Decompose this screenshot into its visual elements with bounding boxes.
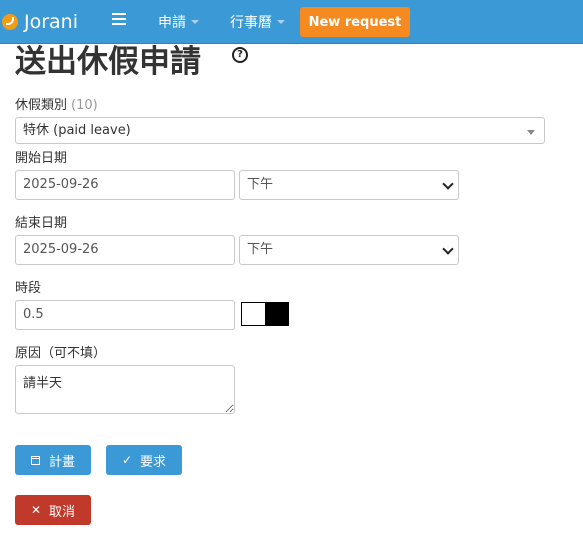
request-button[interactable]: ✓ 要求	[106, 445, 182, 475]
chevron-down-icon	[277, 19, 285, 24]
hamburger-menu-icon[interactable]	[112, 13, 126, 25]
end-date-label: 結束日期	[15, 216, 68, 231]
leave-type-color-swatch	[241, 302, 289, 326]
calendar-icon	[30, 455, 40, 465]
swatch-white	[242, 303, 265, 325]
brand[interactable]: Jorani	[0, 0, 78, 43]
plan-button[interactable]: 計畫	[15, 445, 91, 475]
duration-label: 時段	[15, 281, 42, 296]
close-icon: ✕	[30, 503, 42, 517]
chevron-down-icon	[442, 243, 454, 255]
swatch-black	[265, 303, 288, 325]
new-request-button[interactable]: New request	[300, 7, 410, 37]
menu-calendar[interactable]: 行事曆	[230, 0, 285, 43]
plan-button-label: 計畫	[48, 454, 75, 470]
menu-calendar-label: 行事曆	[230, 14, 272, 31]
menu-requests[interactable]: 申請	[158, 0, 199, 43]
end-period-select[interactable]: 下午	[239, 235, 459, 265]
menu-requests-label: 申請	[158, 14, 186, 31]
leave-type-count: (10)	[71, 98, 98, 113]
cancel-button[interactable]: ✕ 取消	[15, 495, 91, 525]
reason-label: 原因（可不填）	[15, 346, 107, 361]
check-icon: ✓	[121, 453, 133, 467]
brand-name: Jorani	[24, 10, 79, 33]
help-icon[interactable]: ?	[232, 47, 248, 63]
leave-type-label: 休假類別 (10)	[15, 94, 98, 113]
start-period-value: 下午	[247, 177, 274, 192]
chevron-down-icon	[442, 178, 454, 190]
reason-textarea[interactable]: 請半天	[15, 365, 235, 414]
end-period-value: 下午	[247, 242, 274, 257]
leave-type-select[interactable]: 特休 (paid leave)	[15, 117, 545, 144]
top-navbar: Jorani 申請 行事曆 New request	[0, 0, 583, 44]
start-date-input[interactable]: 2025-09-26	[15, 170, 235, 200]
leave-type-value: 特休 (paid leave)	[23, 123, 131, 138]
start-period-select[interactable]: 下午	[239, 170, 459, 200]
jorani-logo-icon	[2, 13, 18, 30]
end-date-input[interactable]: 2025-09-26	[15, 235, 235, 265]
duration-input[interactable]: 0.5	[15, 300, 235, 330]
dropdown-arrow-icon	[527, 130, 535, 135]
cancel-button-label: 取消	[49, 504, 76, 520]
request-button-label: 要求	[140, 454, 167, 470]
page-title: 送出休假申請	[15, 44, 201, 80]
leave-type-label-text: 休假類別	[15, 98, 68, 113]
chevron-down-icon	[191, 19, 199, 24]
start-date-label: 開始日期	[15, 151, 68, 166]
